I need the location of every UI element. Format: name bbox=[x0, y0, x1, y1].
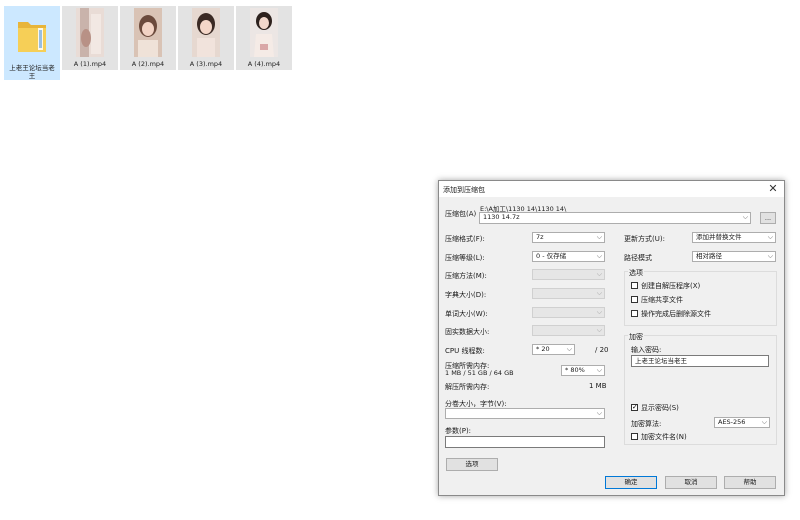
show-password-checkbox[interactable]: ✓ bbox=[631, 404, 638, 411]
level-select[interactable]: 0 - 仅存储 ⌵ bbox=[532, 251, 605, 262]
video-thumbnail bbox=[134, 8, 162, 57]
update-select[interactable]: 添加并替换文件 ⌵ bbox=[692, 232, 776, 243]
split-combo[interactable]: ⌵ bbox=[445, 408, 605, 419]
method-label: 压缩方法(M): bbox=[445, 272, 487, 280]
format-label: 压缩格式(F): bbox=[445, 235, 485, 243]
chevron-down-icon: ⌵ bbox=[767, 233, 773, 241]
decomp-label: 解压所需内存: bbox=[445, 383, 490, 391]
mem-select[interactable]: * 80% ⌵ bbox=[561, 365, 605, 376]
file-name: A (1).mp4 bbox=[73, 60, 107, 68]
params-label: 参数(P): bbox=[445, 427, 472, 435]
file-name: A (4).mp4 bbox=[247, 60, 281, 68]
password-value: 上老王论坛当老王 bbox=[635, 357, 687, 365]
solid-label: 固实数据大小: bbox=[445, 328, 490, 336]
video-tile[interactable]: A (4).mp4 bbox=[236, 6, 292, 70]
format-value: 7z bbox=[536, 233, 544, 241]
shared-checkbox[interactable] bbox=[631, 296, 638, 303]
encrypt-method-label: 加密算法: bbox=[631, 420, 662, 428]
chevron-down-icon: ⌵ bbox=[767, 252, 773, 260]
cpu-label: CPU 线程数: bbox=[445, 347, 485, 355]
archive-name-value: 1130 14.7z bbox=[483, 213, 520, 221]
chevron-down-icon: ⌵ bbox=[596, 252, 602, 260]
add-to-archive-dialog: 添加到压缩包 ✕ 压缩包(A) E:\A加工\1130 14\1130 14\ … bbox=[438, 180, 785, 496]
chevron-down-icon: ⌵ bbox=[742, 213, 748, 221]
word-select: ⌵ bbox=[532, 307, 605, 318]
chevron-down-icon: ⌵ bbox=[596, 326, 602, 334]
dict-select: ⌵ bbox=[532, 288, 605, 299]
decomp-value: 1 MB bbox=[589, 382, 607, 390]
cancel-button[interactable]: 取消 bbox=[665, 476, 717, 489]
show-password-label: 显示密码(S) bbox=[641, 404, 679, 412]
chevron-down-icon: ⌵ bbox=[596, 409, 602, 417]
chevron-down-icon: ⌵ bbox=[596, 270, 602, 278]
close-icon[interactable]: ✕ bbox=[766, 182, 780, 196]
chevron-down-icon: ⌵ bbox=[596, 308, 602, 316]
encrypt-method-select[interactable]: AES-256 ⌵ bbox=[714, 417, 770, 428]
folder-icon bbox=[16, 14, 48, 54]
chevron-down-icon: ⌵ bbox=[596, 366, 602, 374]
chevron-down-icon: ⌵ bbox=[566, 345, 572, 353]
video-thumbnail bbox=[250, 8, 278, 57]
password-input[interactable]: 上老王论坛当老王 bbox=[631, 355, 769, 367]
options-group-title: 选项 bbox=[628, 268, 644, 278]
file-name: A (3).mp4 bbox=[189, 60, 223, 68]
file-name: A (2).mp4 bbox=[131, 60, 165, 68]
pathmode-label: 路径模式 bbox=[624, 254, 652, 262]
sfx-label: 创建自解压程序(X) bbox=[641, 282, 701, 290]
title-bar: 添加到压缩包 ✕ bbox=[439, 181, 784, 197]
pathmode-select[interactable]: 相对路径 ⌵ bbox=[692, 251, 776, 262]
chevron-down-icon: ⌵ bbox=[596, 233, 602, 241]
pathmode-value: 相对路径 bbox=[696, 252, 722, 260]
folder-tile[interactable]: 上老王论坛当老王 bbox=[4, 6, 60, 80]
video-thumbnail bbox=[76, 8, 104, 57]
method-select: ⌵ bbox=[532, 269, 605, 280]
mem-value: * 80% bbox=[565, 366, 585, 374]
video-tile[interactable]: A (3).mp4 bbox=[178, 6, 234, 70]
archive-label: 压缩包(A) bbox=[445, 210, 477, 218]
encrypt-names-label: 加密文件名(N) bbox=[641, 433, 687, 441]
delete-checkbox[interactable] bbox=[631, 310, 638, 317]
dialog-title: 添加到压缩包 bbox=[443, 186, 485, 194]
archive-name-combo[interactable]: 1130 14.7z ⌵ bbox=[479, 212, 751, 224]
encrypt-method-value: AES-256 bbox=[718, 418, 746, 426]
mem-info: 1 MB / 51 GB / 64 GB bbox=[445, 369, 514, 377]
chevron-down-icon: ⌵ bbox=[596, 289, 602, 297]
video-tile[interactable]: A (2).mp4 bbox=[120, 6, 176, 70]
cpu-total: / 20 bbox=[595, 346, 609, 354]
sfx-checkbox[interactable] bbox=[631, 282, 638, 289]
options-button[interactable]: 选项 bbox=[446, 458, 498, 471]
word-label: 单词大小(W): bbox=[445, 310, 488, 318]
ok-button[interactable]: 确定 bbox=[605, 476, 657, 489]
chevron-down-icon: ⌵ bbox=[761, 418, 767, 426]
delete-label: 操作完成后删除源文件 bbox=[641, 310, 711, 318]
cpu-value: * 20 bbox=[536, 345, 550, 353]
params-input[interactable] bbox=[445, 436, 605, 448]
video-tile[interactable]: A (1).mp4 bbox=[62, 6, 118, 70]
update-value: 添加并替换文件 bbox=[696, 233, 742, 241]
format-select[interactable]: 7z ⌵ bbox=[532, 232, 605, 243]
update-label: 更新方式(U): bbox=[624, 235, 665, 243]
encrypt-group-title: 加密 bbox=[628, 332, 644, 342]
level-value: 0 - 仅存储 bbox=[536, 252, 567, 260]
level-label: 压缩等级(L): bbox=[445, 254, 485, 262]
dict-label: 字典大小(D): bbox=[445, 291, 487, 299]
encrypt-names-checkbox[interactable] bbox=[631, 433, 638, 440]
video-thumbnail bbox=[192, 8, 220, 57]
password-label: 输入密码: bbox=[631, 346, 662, 354]
browse-button[interactable]: ... bbox=[760, 212, 776, 224]
shared-label: 压缩共享文件 bbox=[641, 296, 683, 304]
help-button[interactable]: 帮助 bbox=[724, 476, 776, 489]
solid-select: ⌵ bbox=[532, 325, 605, 336]
cpu-select[interactable]: * 20 ⌵ bbox=[532, 344, 575, 355]
file-name: 上老王论坛当老王 bbox=[9, 64, 55, 80]
